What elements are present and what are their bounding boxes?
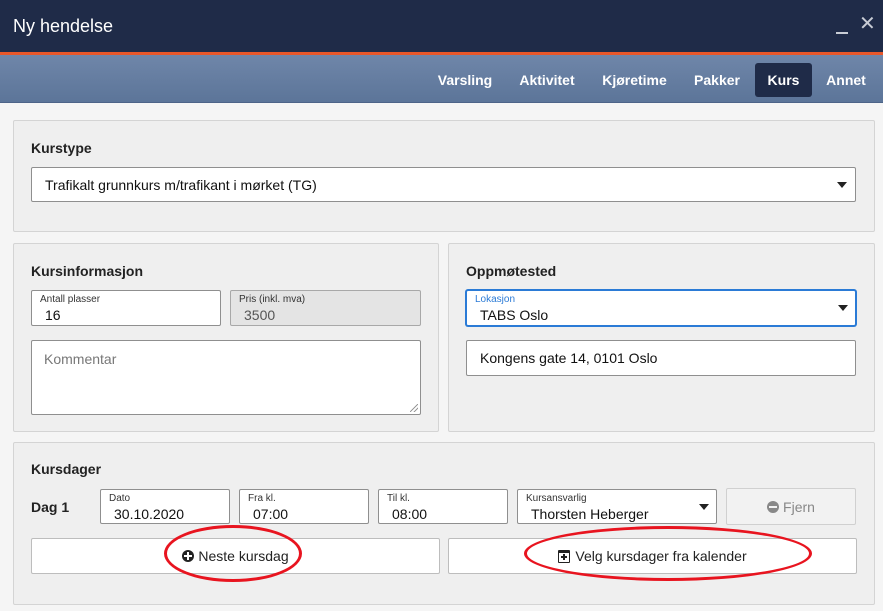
neste-kursdag-label: Neste kursdag [198, 548, 289, 564]
kursansvarlig-value: Thorsten Heberger [531, 506, 649, 522]
fra-kl-label: Fra kl. [248, 493, 276, 504]
caret-down-icon [837, 182, 847, 188]
kurstype-title: Kurstype [31, 140, 92, 156]
tab-pakker[interactable]: Pakker [685, 63, 749, 97]
velg-fra-kalender-label: Velg kursdager fra kalender [575, 548, 747, 564]
kurstype-select[interactable]: Trafikalt grunnkurs m/trafikant i mørket… [31, 167, 856, 202]
kursinformasjon-panel: Kursinformasjon Antall plasser 16 Pris (… [13, 243, 439, 432]
kursansvarlig-select[interactable]: Kursansvarlig Thorsten Heberger [517, 489, 717, 524]
oppmotested-panel: Oppmøtested Lokasjon TABS Oslo Kongens g… [448, 243, 875, 432]
tab-kurs[interactable]: Kurs [755, 63, 812, 97]
fjern-label: Fjern [783, 499, 815, 515]
antall-plasser-value: 16 [45, 307, 61, 323]
day-label: Dag 1 [31, 499, 70, 515]
antall-plasser-label: Antall plasser [40, 294, 101, 305]
kommentar-textarea[interactable]: Kommentar [31, 340, 421, 415]
lokasjon-select[interactable]: Lokasjon TABS Oslo [466, 290, 856, 326]
fra-kl-value: 07:00 [253, 506, 289, 522]
window-titlebar: Ny hendelse ✕ [0, 0, 883, 52]
tab-annet[interactable]: Annet [818, 63, 874, 97]
pris-label: Pris (inkl. mva) [239, 294, 306, 305]
velg-fra-kalender-button[interactable]: Velg kursdager fra kalender [448, 538, 857, 574]
pris-value: 3500 [244, 307, 276, 323]
til-kl-field[interactable]: Til kl. 08:00 [378, 489, 508, 524]
caret-down-icon [699, 504, 709, 510]
kursdager-panel: Kursdager Dag 1 Dato 30.10.2020 Fra kl. … [13, 442, 875, 605]
plus-circle-icon [182, 550, 195, 562]
window-title: Ny hendelse [13, 16, 114, 36]
antall-plasser-field[interactable]: Antall plasser 16 [31, 290, 221, 326]
kommentar-placeholder: Kommentar [44, 351, 117, 367]
oppmotested-title: Oppmøtested [466, 263, 557, 279]
tab-bar: Varsling Aktivitet Kjøretime Pakker Kurs… [0, 55, 883, 103]
minus-circle-icon [767, 501, 780, 513]
caret-down-icon [838, 305, 848, 311]
fra-kl-field[interactable]: Fra kl. 07:00 [239, 489, 369, 524]
kursdager-title: Kursdager [31, 461, 102, 477]
neste-kursdag-button[interactable]: Neste kursdag [31, 538, 440, 574]
kurstype-selected-value: Trafikalt grunnkurs m/trafikant i mørket… [45, 177, 317, 193]
til-kl-value: 08:00 [392, 506, 428, 522]
address-field[interactable]: Kongens gate 14, 0101 Oslo [466, 340, 856, 376]
dato-label: Dato [109, 493, 131, 504]
address-value: Kongens gate 14, 0101 Oslo [480, 350, 658, 366]
kurstype-panel: Kurstype Trafikalt grunnkurs m/trafikant… [13, 120, 875, 232]
dato-field[interactable]: Dato 30.10.2020 [100, 489, 230, 524]
minimize-icon[interactable] [834, 16, 850, 36]
til-kl-label: Til kl. [387, 493, 410, 504]
calendar-plus-icon [558, 550, 571, 563]
tab-kjoretime[interactable]: Kjøretime [593, 63, 676, 97]
tab-varsling[interactable]: Varsling [429, 63, 501, 97]
dato-value: 30.10.2020 [114, 506, 185, 522]
tab-aktivitet[interactable]: Aktivitet [510, 63, 584, 97]
resize-handle-icon[interactable] [410, 404, 418, 412]
kursansvarlig-label: Kursansvarlig [526, 493, 587, 504]
lokasjon-label: Lokasjon [475, 294, 516, 305]
fjern-button[interactable]: Fjern [726, 488, 856, 525]
pris-field: Pris (inkl. mva) 3500 [230, 290, 421, 326]
kursinformasjon-title: Kursinformasjon [31, 263, 144, 279]
close-icon[interactable]: ✕ [859, 14, 876, 34]
lokasjon-value: TABS Oslo [480, 307, 549, 323]
